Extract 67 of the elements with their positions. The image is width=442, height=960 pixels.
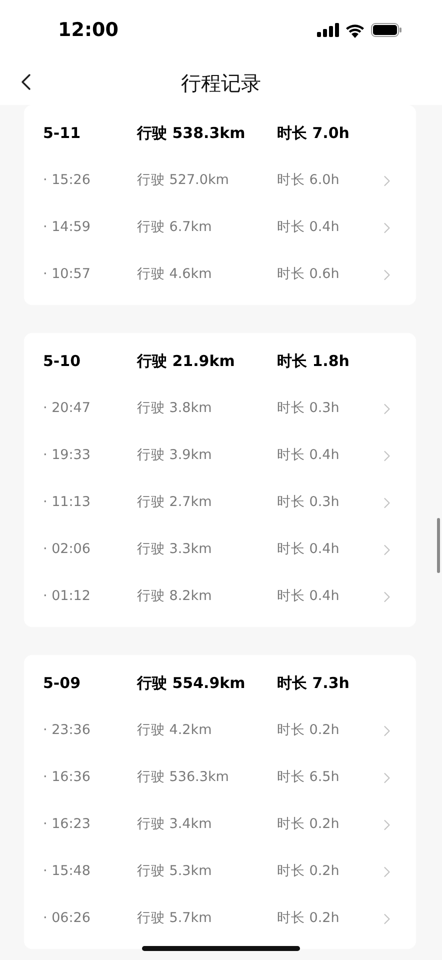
trip-row[interactable]: · 23:36 行驶 4.2km 时长 0.2h: [43, 707, 396, 754]
trip-row[interactable]: · 14:59 行驶 6.7km 时长 0.4h: [43, 204, 396, 251]
trip-duration: 时长 0.2h: [277, 815, 340, 834]
trip-time: · 02:06: [43, 540, 92, 560]
trip-distance: 行驶 3.9km: [137, 446, 213, 466]
trip-distance: 行驶 4.2km: [137, 721, 213, 740]
day-duration: 时长 7.3h: [277, 673, 350, 694]
page-title: 行程记录: [181, 70, 261, 96]
trip-row[interactable]: · 11:13 行驶 2.7km 时长 0.3h: [43, 479, 396, 526]
day-date: 5-11: [43, 123, 82, 144]
trip-row[interactable]: · 16:36 行驶 536.3km 时长 6.5h: [43, 754, 396, 801]
signal-icon: [317, 23, 339, 37]
trip-time: · 11:13: [43, 493, 92, 512]
trip-distance: 行驶 3.3km: [137, 540, 213, 560]
trip-duration: 时长 6.0h: [277, 171, 340, 190]
trip-time: · 23:36: [43, 721, 92, 740]
trip-duration: 时长 0.4h: [277, 218, 340, 238]
day-distance: 行驶 538.3km: [137, 123, 246, 144]
trip-time: · 01:12: [43, 587, 92, 606]
trip-distance: 行驶 4.6km: [137, 265, 213, 284]
trip-distance: 行驶 5.7km: [137, 909, 213, 928]
trip-distance: 行驶 3.4km: [137, 815, 213, 834]
wifi-icon: [345, 22, 365, 38]
trip-row[interactable]: · 16:23 行驶 3.4km 时长 0.2h: [43, 801, 396, 848]
status-time: 12:00: [58, 18, 118, 43]
trip-time: · 15:48: [43, 862, 92, 882]
trip-row[interactable]: · 15:26 行驶 527.0km 时长 6.0h: [43, 157, 396, 204]
trip-row[interactable]: · 06:26 行驶 5.7km 时长 0.2h: [43, 895, 396, 942]
day-distance: 行驶 21.9km: [137, 351, 236, 372]
trip-row[interactable]: · 19:33 行驶 3.9km 时长 0.4h: [43, 432, 396, 479]
trip-duration: 时长 0.2h: [277, 909, 340, 928]
trip-time: · 19:33: [43, 446, 92, 466]
scrollbar: [437, 518, 440, 573]
trip-row[interactable]: · 15:48 行驶 5.3km 时长 0.2h: [43, 848, 396, 895]
trip-duration: 时长 0.3h: [277, 493, 340, 512]
trip-distance: 行驶 5.3km: [137, 862, 213, 882]
day-date: 5-09: [43, 673, 82, 694]
trip-row[interactable]: · 10:57 行驶 4.6km 时长 0.6h: [43, 251, 396, 298]
trip-duration: 时长 0.3h: [277, 399, 340, 418]
trip-distance: 行驶 6.7km: [137, 218, 213, 238]
trip-time: · 15:26: [43, 171, 92, 190]
trip-duration: 时长 0.2h: [277, 862, 340, 882]
trip-distance: 行驶 3.8km: [137, 399, 213, 418]
trip-time: · 20:47: [43, 399, 92, 418]
trip-duration: 时长 0.4h: [277, 540, 340, 560]
trip-duration: 时长 0.6h: [277, 265, 340, 284]
trip-duration: 时长 6.5h: [277, 768, 340, 788]
battery-icon: [371, 23, 402, 37]
trip-time: · 06:26: [43, 909, 92, 928]
trip-distance: 行驶 2.7km: [137, 493, 213, 512]
trip-distance: 行驶 536.3km: [137, 768, 230, 788]
trip-distance: 行驶 527.0km: [137, 171, 230, 190]
trip-time: · 16:23: [43, 815, 92, 834]
day-distance: 行驶 554.9km: [137, 673, 246, 694]
day-duration: 时长 1.8h: [277, 351, 350, 372]
trip-distance: 行驶 8.2km: [137, 587, 213, 606]
trip-time: · 10:57: [43, 265, 92, 284]
day-duration: 时长 7.0h: [277, 123, 350, 144]
trip-duration: 时长 0.4h: [277, 446, 340, 466]
trip-duration: 时长 0.4h: [277, 587, 340, 606]
trip-time: · 14:59: [43, 218, 92, 238]
trip-row[interactable]: · 20:47 行驶 3.8km 时长 0.3h: [43, 385, 396, 432]
trip-time: · 16:36: [43, 768, 92, 788]
day-date: 5-10: [43, 351, 82, 372]
trip-row[interactable]: · 01:12 行驶 8.2km 时长 0.4h: [43, 573, 396, 620]
trip-row[interactable]: · 02:06 行驶 3.3km 时长 0.4h: [43, 526, 396, 573]
trip-duration: 时长 0.2h: [277, 721, 340, 740]
